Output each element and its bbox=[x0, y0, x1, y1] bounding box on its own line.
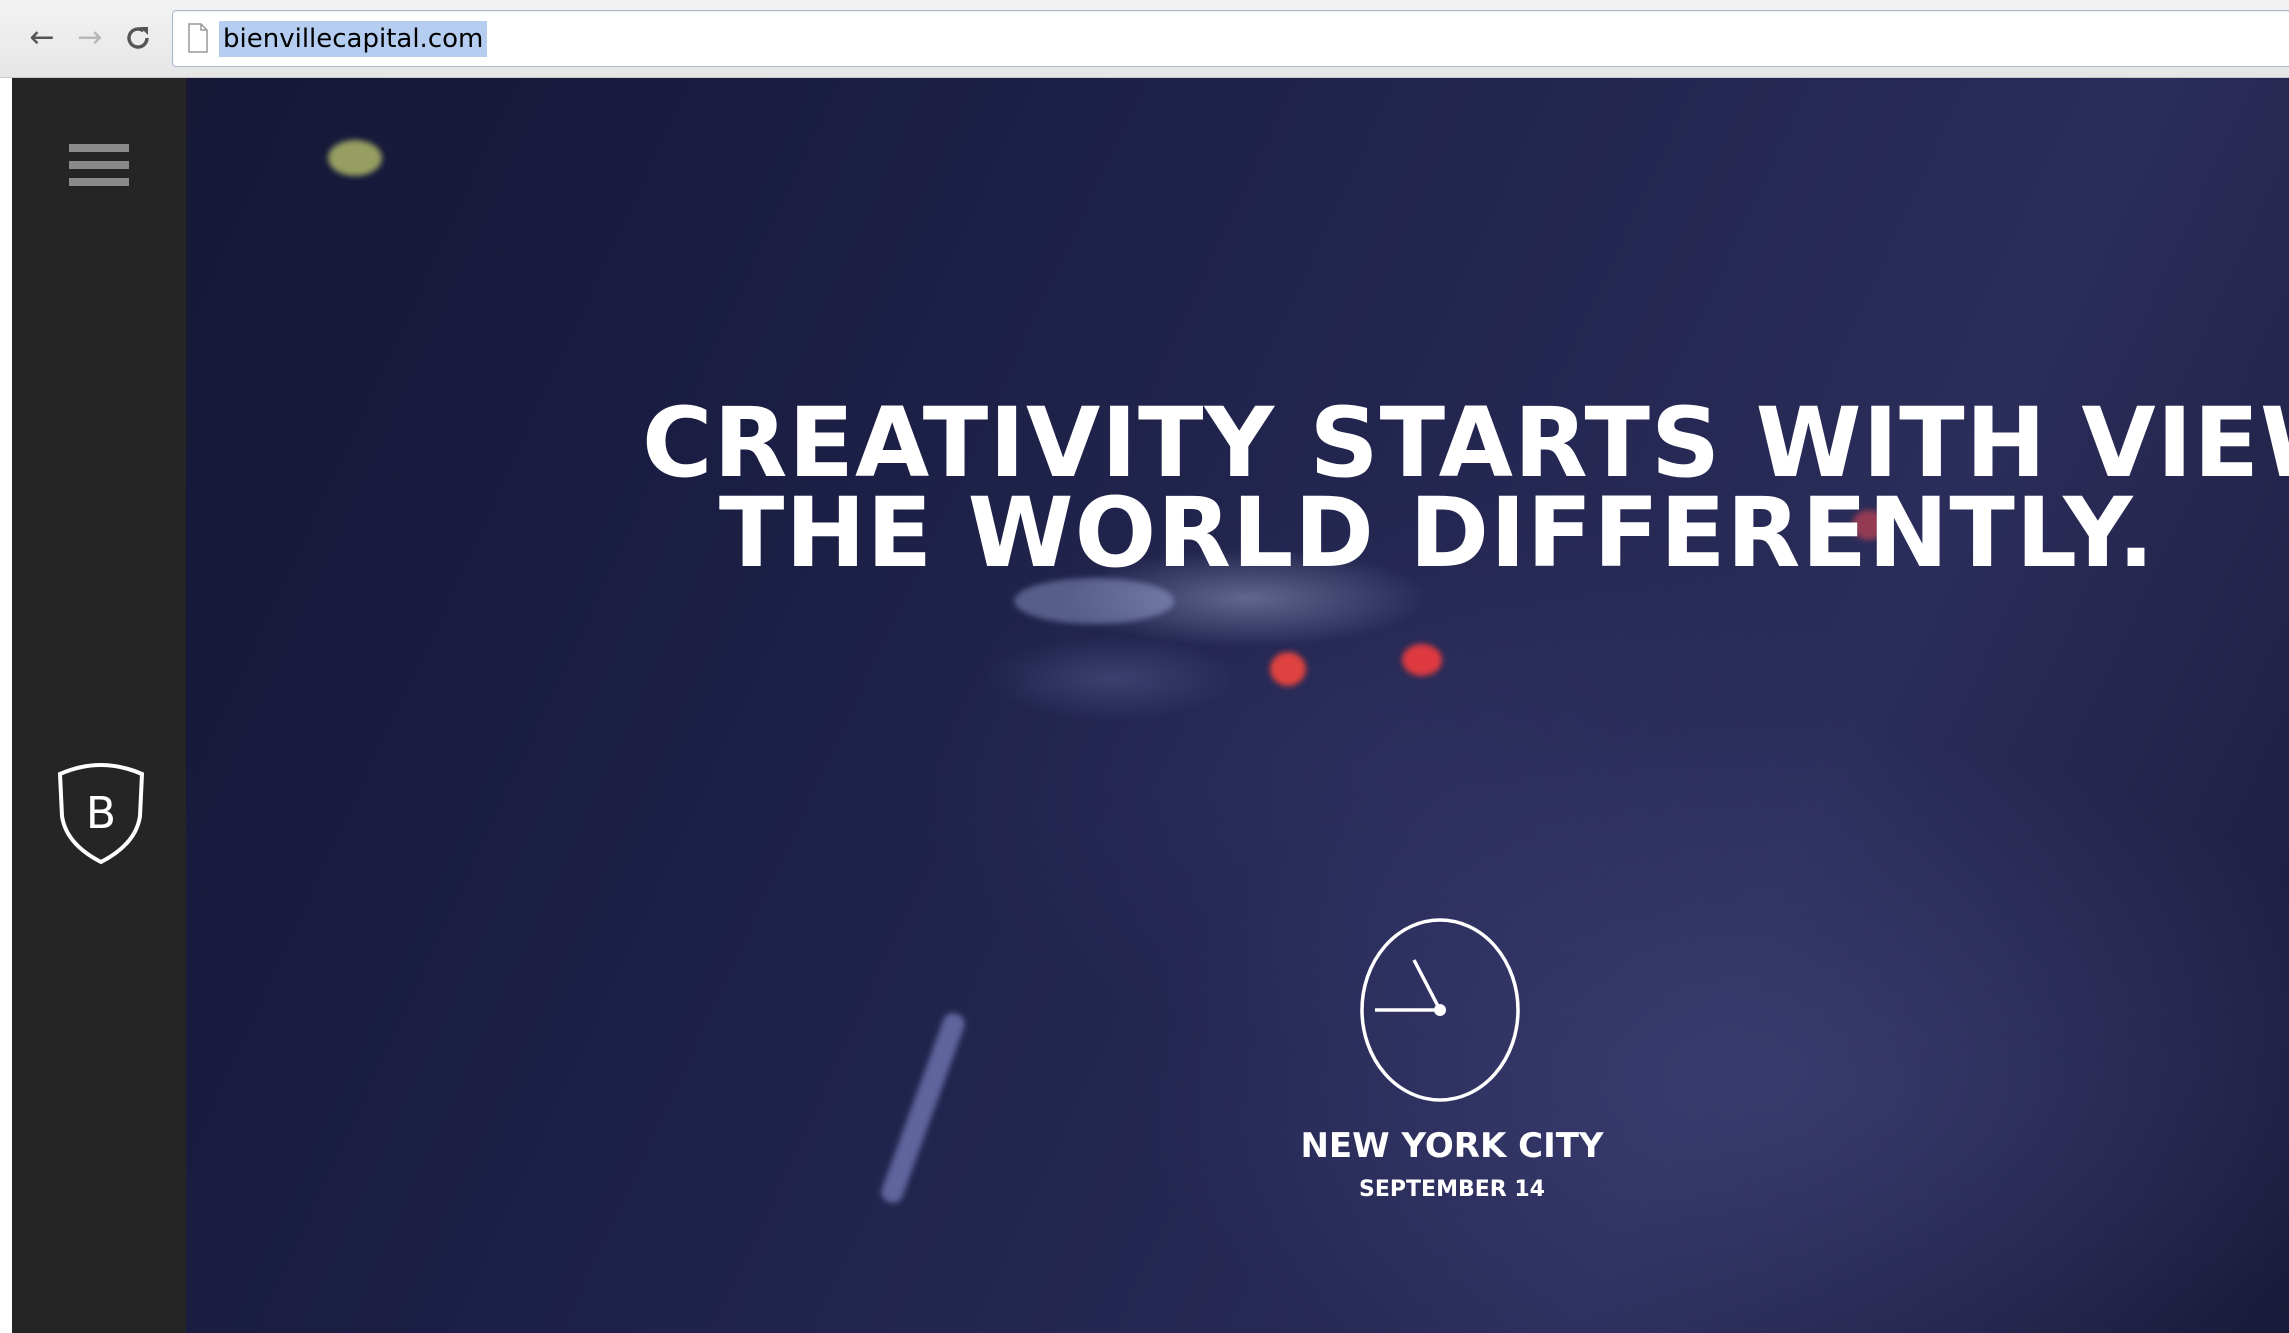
url-text[interactable]: bienvillecapital.com bbox=[219, 21, 488, 57]
bienville-logo[interactable]: B bbox=[52, 758, 150, 868]
page-icon bbox=[188, 23, 208, 53]
hamburger-menu-icon[interactable] bbox=[69, 144, 129, 198]
forward-arrow-icon[interactable]: → bbox=[70, 18, 110, 58]
logo-letter: B bbox=[86, 788, 116, 839]
clock-icon bbox=[1360, 918, 1520, 1102]
browser-toolbar: ← → bienvillecapital.com bbox=[0, 0, 2289, 78]
headline-line-2: THE WORLD DIFFERENTLY. bbox=[718, 477, 2156, 589]
page-viewport: B CREATIVITY STARTS WITH VIEWING THE WOR… bbox=[12, 78, 2289, 1333]
side-panel: B bbox=[12, 78, 186, 1333]
event-city: NEW YORK CITY bbox=[1300, 1126, 1604, 1166]
hero-background-image bbox=[12, 78, 2289, 1333]
hero-headline: CREATIVITY STARTS WITH VIEWING THE WORLD… bbox=[642, 387, 2289, 589]
event-date: SEPTEMBER 14 bbox=[1359, 1177, 1545, 1202]
address-bar[interactable]: bienvillecapital.com bbox=[172, 10, 2289, 67]
back-arrow-icon[interactable]: ← bbox=[22, 18, 62, 58]
reload-icon[interactable] bbox=[118, 18, 158, 58]
headline-line-1: CREATIVITY STARTS WITH VIEWING bbox=[642, 387, 2289, 499]
